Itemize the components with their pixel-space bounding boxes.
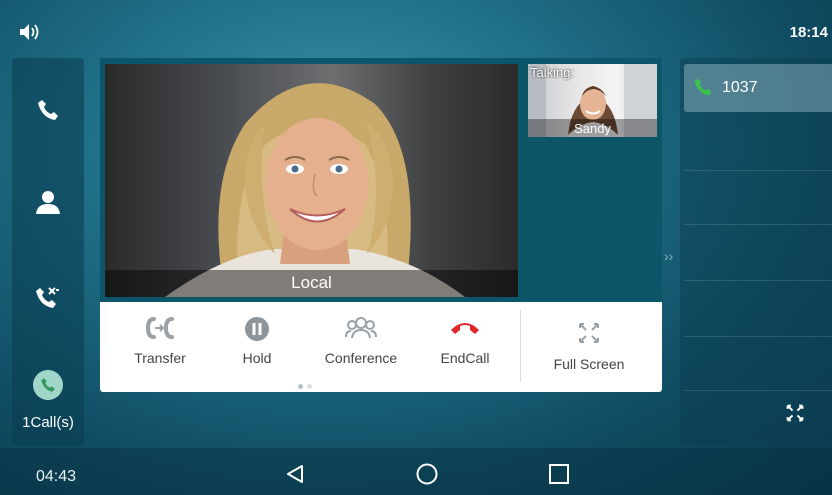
navigation-bar: 04:43 [0,448,832,495]
divider [684,390,832,391]
controls-divider [520,310,521,382]
page-dot-active [298,384,303,389]
local-video-label: Local [291,273,332,292]
call-history-icon [36,287,59,308]
rail-history-button[interactable] [12,268,84,328]
line-number: 1037 [722,79,758,96]
page-dot [307,384,312,389]
volume-icon[interactable] [18,22,42,42]
local-video-image [165,83,465,297]
call-controls: Transfer Hold Conference EndCall Full Sc… [100,302,662,392]
page-indicator [298,376,316,394]
transfer-button[interactable]: Transfer [110,302,210,382]
recent-apps-icon[interactable] [548,463,570,485]
phone-icon [41,378,55,392]
remote-name-label: Sandy [574,121,611,136]
conference-button[interactable]: Conference [310,302,412,382]
transfer-label: Transfer [134,350,186,366]
line-panel: 1037 [680,58,832,446]
fullscreen-icon [579,323,599,343]
local-video[interactable]: Local [105,64,518,297]
phone-screen: 18:14 1Call(s) Local Talking: Sandy Tran… [0,0,832,495]
end-call-icon [451,323,479,334]
hold-icon [245,317,269,341]
status-bar: 18:14 [0,0,832,52]
contact-icon [36,191,60,214]
divider [684,336,832,337]
home-icon[interactable] [416,463,438,485]
divider [684,280,832,281]
phone-icon [694,78,712,96]
chevron-right-icon[interactable]: ›› [664,248,673,264]
calls-indicator[interactable]: 1Call(s) [12,360,84,446]
full-screen-label: Full Screen [553,356,625,372]
end-call-label: EndCall [440,350,490,366]
call-panel: Local Talking: Sandy Transfer Hold Confe… [100,58,662,392]
back-icon[interactable] [284,463,306,485]
hold-button[interactable]: Hold [213,302,301,382]
calls-count-label: 1Call(s) [22,414,74,431]
full-screen-button[interactable]: Full Screen [530,302,648,382]
fullscreen-icon[interactable] [786,404,804,422]
divider [684,170,832,171]
divider [684,224,832,225]
remote-status-label: Talking: [530,65,575,80]
conference-icon [345,317,377,339]
phone-icon [38,100,58,120]
active-call-badge [33,370,63,400]
rail-phone-button[interactable] [12,80,84,140]
status-clock: 18:14 [789,24,828,41]
end-call-button[interactable]: EndCall [421,302,509,382]
call-duration: 04:43 [36,468,77,485]
left-rail: 1Call(s) [12,58,84,446]
remote-video-thumbnail[interactable]: Talking: Sandy [528,64,657,137]
line-item[interactable]: 1037 [684,64,832,112]
video-area: Local Talking: Sandy [100,58,662,302]
rail-contacts-button[interactable] [12,172,84,232]
transfer-icon [145,317,174,339]
conference-label: Conference [324,350,398,366]
hold-label: Hold [242,350,272,366]
